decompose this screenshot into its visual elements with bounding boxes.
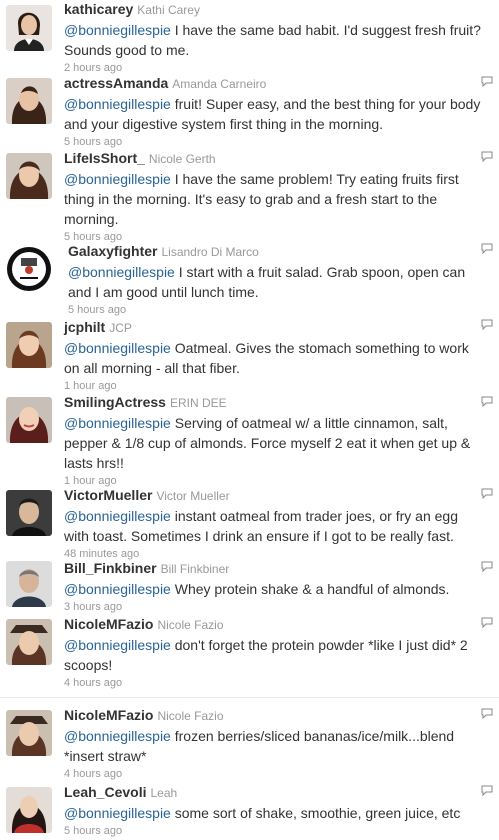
reply-icon[interactable]: [481, 488, 493, 499]
tweet-item: Bill_Finkbiner Bill Finkbiner @bonniegill…: [0, 558, 499, 614]
tweet-handle[interactable]: NicoleMFazio: [64, 616, 153, 632]
tweet-fullname: Amanda Carneiro: [172, 77, 267, 91]
tweet-text: @bonniegillespie don't forget the protei…: [64, 635, 481, 675]
tweet-handle[interactable]: NicoleMFazio: [64, 707, 153, 723]
mention-link[interactable]: @bonniegillespie: [64, 508, 171, 524]
reply-icon[interactable]: [481, 151, 493, 162]
tweet-fullname: Nicole Fazio: [157, 618, 224, 632]
mention-link[interactable]: @bonniegillespie: [64, 22, 171, 38]
mention-link[interactable]: @bonniegillespie: [64, 805, 171, 821]
tweet-timestamp[interactable]: 4 hours ago: [64, 677, 481, 690]
avatar[interactable]: [6, 710, 52, 756]
avatar[interactable]: [6, 397, 52, 443]
divider: [0, 697, 499, 698]
tweet-fullname: Leah: [150, 786, 178, 800]
tweet-fullname: Bill Finkbiner: [160, 562, 230, 576]
avatar[interactable]: [6, 246, 52, 292]
tweet-item: SmilingActress ERIN DEE @bonniegillespie …: [0, 392, 499, 487]
reply-icon[interactable]: [481, 785, 493, 796]
tweet-text: @bonniegillespie fruit! Super easy, and …: [64, 94, 481, 134]
tweet-text: @bonniegillespie I have the same bad hab…: [64, 20, 481, 60]
mention-link[interactable]: @bonniegillespie: [64, 728, 171, 744]
tweet-item: VictorMueller Victor Mueller @bonniegille…: [0, 485, 499, 560]
tweet-item: actressAmanda Amanda Carneiro @bonniegill…: [0, 72, 499, 148]
tweet-feed: kathicarey Kathi Carey @bonniegillespie I…: [0, 0, 499, 840]
tweet-fullname: Nicole Fazio: [157, 709, 224, 723]
mention-link[interactable]: @bonniegillespie: [68, 264, 175, 280]
tweet-text: @bonniegillespie I have the same problem…: [64, 169, 481, 229]
mention-link[interactable]: @bonniegillespie: [64, 581, 171, 597]
tweet-text: @bonniegillespie Whey protein shake & a …: [64, 579, 481, 599]
tweet-handle[interactable]: SmilingActress: [64, 394, 166, 410]
tweet-item: jcphilt JCP @bonniegillespie Oatmeal. Giv…: [0, 316, 499, 392]
avatar[interactable]: [6, 78, 52, 124]
tweet-item: NicoleMFazio Nicole Fazio @bonniegillespi…: [0, 613, 499, 693]
tweet-handle[interactable]: LifeIsShort_: [64, 150, 145, 166]
mention-link[interactable]: @bonniegillespie: [64, 171, 171, 187]
avatar[interactable]: [6, 619, 52, 665]
avatar[interactable]: [6, 787, 52, 833]
tweet-item: LifeIsShort_ Nicole Gerth @bonniegillespi…: [0, 147, 499, 243]
tweet-fullname: Victor Mueller: [156, 489, 230, 503]
tweet-handle[interactable]: Galaxyfighter: [68, 243, 157, 259]
tweet-fullname: Kathi Carey: [137, 3, 200, 17]
reply-icon[interactable]: [481, 243, 493, 254]
avatar[interactable]: [6, 490, 52, 536]
tweet-text: @bonniegillespie Oatmeal. Gives the stom…: [64, 338, 481, 378]
mention-link[interactable]: @bonniegillespie: [64, 340, 171, 356]
tweet-fullname: Nicole Gerth: [148, 152, 216, 166]
tweet-item: Leah_Cevoli Leah @bonniegillespie some so…: [0, 781, 499, 840]
tweet-handle[interactable]: jcphilt: [64, 319, 105, 335]
tweet-handle[interactable]: VictorMueller: [64, 487, 152, 503]
reply-icon[interactable]: [481, 561, 493, 572]
tweet-fullname: ERIN DEE: [169, 396, 227, 410]
tweet-text: @bonniegillespie Serving of oatmeal w/ a…: [64, 413, 481, 473]
mention-link[interactable]: @bonniegillespie: [64, 96, 171, 112]
reply-icon[interactable]: [481, 396, 493, 407]
reply-icon[interactable]: [481, 617, 493, 628]
tweet-item: NicoleMFazio Nicole Fazio @bonniegillespi…: [0, 705, 499, 781]
tweet-text-body: some sort of shake, smoothie, green juic…: [170, 805, 461, 821]
tweet-handle[interactable]: actressAmanda: [64, 75, 168, 91]
avatar[interactable]: [6, 322, 52, 368]
tweet-text: @bonniegillespie frozen berries/sliced b…: [64, 726, 481, 766]
tweet-timestamp[interactable]: 5 hours ago: [64, 825, 481, 838]
tweet-item: Galaxyfighter Lisandro Di Marco @bonniegi…: [0, 240, 499, 316]
avatar[interactable]: [6, 5, 52, 51]
avatar[interactable]: [6, 561, 52, 607]
reply-icon[interactable]: [481, 76, 493, 87]
tweet-item: kathicarey Kathi Carey @bonniegillespie I…: [0, 0, 499, 74]
tweet-handle[interactable]: Leah_Cevoli: [64, 784, 146, 800]
tweet-timestamp[interactable]: 4 hours ago: [64, 768, 481, 781]
reply-icon[interactable]: [481, 319, 493, 330]
tweet-text: @bonniegillespie I start with a fruit sa…: [68, 262, 481, 302]
avatar[interactable]: [6, 153, 52, 199]
mention-link[interactable]: @bonniegillespie: [64, 637, 171, 653]
tweet-text: @bonniegillespie instant oatmeal from tr…: [64, 506, 481, 546]
tweet-text-body: Whey protein shake & a handful of almond…: [170, 581, 450, 597]
mention-link[interactable]: @bonniegillespie: [64, 415, 171, 431]
tweet-text: @bonniegillespie some sort of shake, smo…: [64, 803, 481, 823]
tweet-fullname: Lisandro Di Marco: [161, 245, 259, 259]
tweet-fullname: JCP: [109, 321, 132, 335]
tweet-handle[interactable]: kathicarey: [64, 1, 133, 17]
reply-icon[interactable]: [481, 708, 493, 719]
tweet-handle[interactable]: Bill_Finkbiner: [64, 560, 157, 576]
